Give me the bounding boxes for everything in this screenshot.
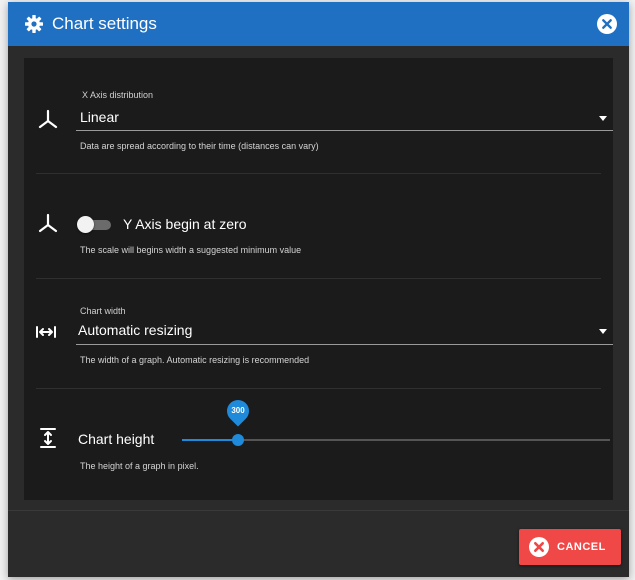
chart-width-helper: The width of a graph. Automatic resizing…	[80, 355, 310, 365]
slider-rail	[182, 439, 610, 441]
chart-height-slider[interactable]: 300	[182, 395, 610, 446]
chevron-down-icon	[599, 116, 607, 121]
divider	[36, 388, 601, 389]
toggle-knob	[77, 216, 94, 233]
chevron-down-icon	[599, 329, 607, 334]
slider-thumb[interactable]	[232, 434, 244, 446]
slider-value: 300	[231, 406, 245, 415]
cancel-circle-icon	[529, 537, 549, 557]
x-axis-underline	[76, 130, 613, 131]
axis-icon	[38, 109, 58, 129]
chart-width-value: Automatic resizing	[78, 322, 193, 338]
chart-height-label: Chart height	[78, 431, 155, 447]
horizontal-resize-icon	[36, 326, 56, 338]
divider	[36, 173, 601, 174]
gear-icon	[25, 15, 43, 33]
cancel-label: CANCEL	[557, 541, 606, 553]
x-axis-label: X Axis distribution	[82, 90, 154, 100]
footer-divider	[8, 510, 629, 511]
axis-icon	[38, 213, 58, 233]
cancel-button[interactable]: CANCEL	[519, 529, 621, 565]
dialog-header: Chart settings	[8, 2, 629, 46]
divider	[36, 278, 601, 279]
x-axis-select[interactable]: Linear	[76, 102, 613, 132]
close-icon[interactable]	[597, 14, 617, 34]
vertical-resize-icon	[40, 428, 56, 448]
y-axis-zero-toggle[interactable]	[77, 216, 113, 233]
chart-settings-dialog: Chart settings X Axis distribution Linea…	[8, 2, 629, 577]
settings-panel: X Axis distribution Linear Data are spre…	[24, 58, 613, 500]
chart-width-select[interactable]: Automatic resizing	[76, 316, 613, 346]
y-axis-label: Y Axis begin at zero	[123, 216, 247, 232]
chart-width-underline	[76, 344, 613, 345]
y-axis-helper: The scale will begins width a suggested …	[80, 245, 302, 255]
x-axis-helper: Data are spread according to their time …	[80, 141, 319, 151]
chart-height-helper: The height of a graph in pixel.	[80, 461, 199, 471]
slider-fill	[182, 439, 238, 441]
dialog-title: Chart settings	[52, 14, 157, 33]
x-axis-value: Linear	[80, 109, 119, 125]
